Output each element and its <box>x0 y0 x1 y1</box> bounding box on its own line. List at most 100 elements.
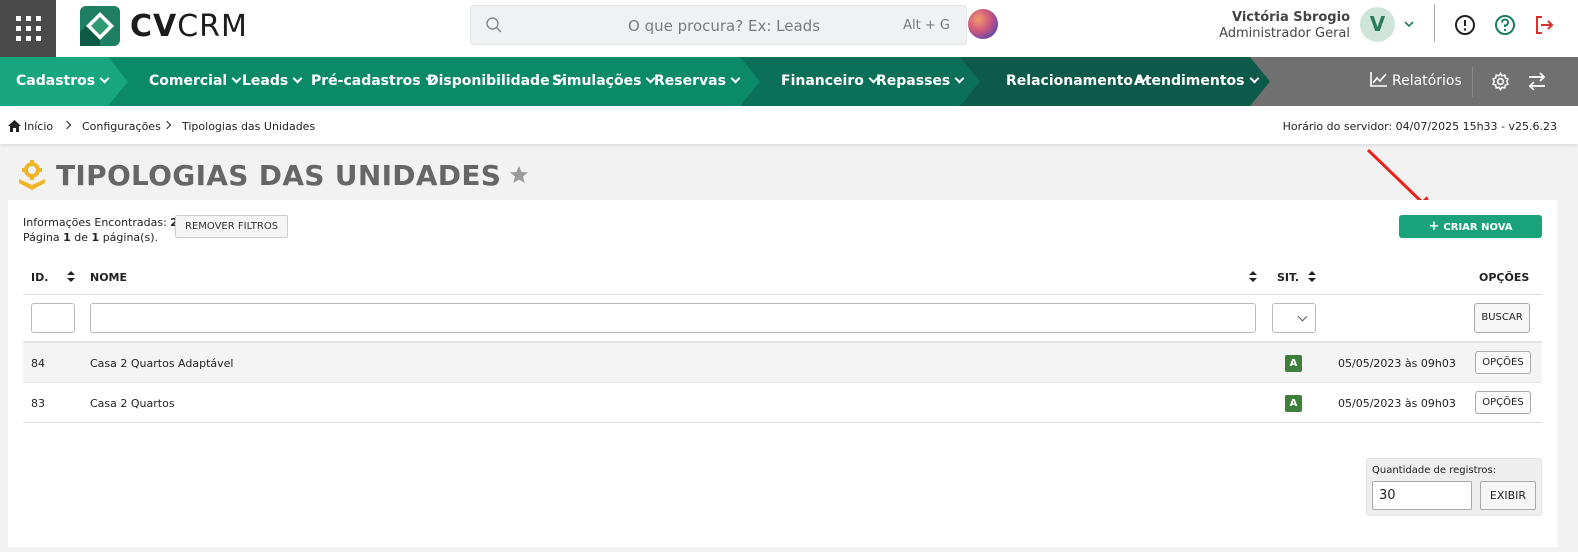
breadcrumb-home[interactable]: Início <box>24 120 53 133</box>
chevron-down-icon <box>954 73 965 84</box>
server-time: Horário do servidor: 04/07/2025 15h33 - … <box>1282 120 1557 133</box>
column-header-sit[interactable]: SIT. <box>1277 271 1299 284</box>
chevron-right-icon <box>162 120 172 130</box>
sort-icon[interactable] <box>67 271 75 282</box>
status-badge: A <box>1285 355 1302 372</box>
avatar[interactable]: V <box>1360 7 1395 42</box>
chevron-down-icon[interactable] <box>1403 18 1415 30</box>
search-bar[interactable]: O que procura? Ex: Leads Alt + G <box>470 5 967 45</box>
main-nav: Cadastros Comercial Leads Pré-cadastros … <box>0 57 1578 106</box>
remove-filters-button[interactable]: REMOVER FILTROS <box>175 215 289 238</box>
nav-item-disponibilidade[interactable]: Disponibilidade <box>427 57 565 106</box>
divider <box>23 294 1542 295</box>
info-icon[interactable] <box>1454 14 1476 36</box>
nav-item-label: Financeiro <box>781 73 864 89</box>
nav-item-label: Reservas <box>654 73 726 89</box>
row-date: 05/05/2023 às 09h03 <box>1338 357 1456 370</box>
nav-item-simulacoes[interactable]: Simulações <box>552 57 656 106</box>
nav-item-label: Simulações <box>552 73 642 89</box>
page-prefix: Página <box>23 231 60 244</box>
nav-item-leads[interactable]: Leads <box>242 57 303 106</box>
breadcrumb-configuracoes[interactable]: Configurações <box>82 120 161 133</box>
records-per-page: Quantidade de registros: 30 EXIBIR <box>1366 458 1542 516</box>
page-of: de <box>74 231 89 244</box>
nav-item-label: Leads <box>242 73 289 89</box>
user-name: Victória Sbrogio <box>1231 10 1350 25</box>
swap-arrows-icon[interactable] <box>1527 72 1547 91</box>
user-info[interactable]: Victória Sbrogio Administrador Geral <box>1200 10 1350 41</box>
column-header-name[interactable]: NOME <box>90 271 127 284</box>
star-icon[interactable] <box>509 165 529 185</box>
breadcrumb-current: Tipologias das Unidades <box>182 120 316 133</box>
help-icon[interactable] <box>1494 14 1516 36</box>
results-info: Informações Encontradas: 2 Página 1 de 1… <box>23 215 178 245</box>
gear-icon[interactable] <box>1491 72 1510 91</box>
chevron-down-icon <box>1297 311 1308 322</box>
chevron-down-icon <box>292 73 303 84</box>
table-row[interactable]: 83 Casa 2 Quartos A 05/05/2023 às 09h03 … <box>23 383 1542 423</box>
records-per-page-input[interactable]: 30 <box>1372 481 1472 510</box>
chevron-right-icon <box>62 120 72 130</box>
main-panel: Informações Encontradas: 2 Página 1 de 1… <box>8 200 1557 547</box>
table-row[interactable]: 84 Casa 2 Quartos Adaptável A 05/05/2023… <box>23 343 1542 383</box>
nav-item-repasses[interactable]: Repasses <box>876 57 965 106</box>
nav-item-label: Repasses <box>876 73 951 89</box>
search-icon <box>486 17 502 33</box>
row-name: Casa 2 Quartos Adaptável <box>90 357 234 370</box>
breadcrumb: Início Configurações Tipologias das Unid… <box>0 106 1578 144</box>
chart-line-icon <box>1370 72 1387 87</box>
logo-text-bold: CV <box>130 8 178 44</box>
nav-item-relatorios[interactable]: Relatórios <box>1370 57 1462 106</box>
nav-item-financeiro[interactable]: Financeiro <box>781 57 879 106</box>
nav-item-comercial[interactable]: Comercial <box>149 57 242 106</box>
filter-name-input[interactable] <box>90 303 1256 333</box>
row-options-button[interactable]: OPÇÕES <box>1475 391 1531 414</box>
create-typology-button[interactable]: + CRIAR NOVA TIPOLOGIA <box>1399 215 1542 256</box>
home-icon[interactable] <box>8 120 21 132</box>
logout-icon[interactable] <box>1533 14 1555 36</box>
show-button[interactable]: EXIBIR <box>1480 481 1536 510</box>
row-date: 05/05/2023 às 09h03 <box>1338 397 1456 410</box>
column-header-options: OPÇÕES <box>1479 271 1530 284</box>
nav-item-atendimentos[interactable]: Atendimentos <box>1134 57 1259 106</box>
apps-menu-button[interactable] <box>0 0 56 57</box>
row-id: 84 <box>31 357 45 370</box>
nav-item-label: Comercial <box>149 73 228 89</box>
divider <box>1434 4 1435 42</box>
search-placeholder: O que procura? Ex: Leads <box>628 17 821 35</box>
status-badge: A <box>1285 395 1302 412</box>
divider <box>23 422 1542 423</box>
page-suffix: página(s). <box>102 231 158 244</box>
filter-id-input[interactable] <box>31 303 75 333</box>
search-button[interactable]: BUSCAR <box>1474 303 1530 333</box>
nav-item-label: Disponibilidade <box>427 73 550 89</box>
filter-status-select[interactable] <box>1272 303 1316 333</box>
search-shortcut: Alt + G <box>903 18 950 33</box>
row-name: Casa 2 Quartos <box>90 397 175 410</box>
gear-box-icon <box>19 160 45 190</box>
row-id: 83 <box>31 397 45 410</box>
nav-item-reservas[interactable]: Reservas <box>654 57 741 106</box>
nav-item-label: Atendimentos <box>1134 73 1245 89</box>
page-header: TIPOLOGIAS DAS UNIDADES <box>16 157 529 193</box>
sort-icon[interactable] <box>1249 271 1257 282</box>
sort-icon[interactable] <box>1308 271 1316 282</box>
chevron-down-icon <box>231 73 242 84</box>
column-header-id[interactable]: ID. <box>31 271 48 284</box>
records-per-page-label: Quantidade de registros: <box>1372 465 1497 476</box>
nav-item-cadastros[interactable]: Cadastros <box>16 57 110 106</box>
app-logo[interactable]: CVCRM <box>80 5 248 47</box>
chevron-down-icon <box>99 73 110 84</box>
nav-item-label: Pré-cadastros <box>311 73 421 89</box>
row-options-button[interactable]: OPÇÕES <box>1475 351 1531 374</box>
top-bar: CVCRM O que procura? Ex: Leads Alt + G V… <box>0 0 1578 57</box>
found-label: Informações Encontradas: <box>23 216 167 229</box>
nav-item-pre-cadastros[interactable]: Pré-cadastros <box>311 57 436 106</box>
nav-item-relacionamento[interactable]: Relacionamento <box>1006 57 1148 106</box>
logo-mark-icon <box>80 6 120 46</box>
nav-item-label: Relatórios <box>1392 73 1462 89</box>
page-title: TIPOLOGIAS DAS UNIDADES <box>56 158 502 192</box>
create-typology-label: CRIAR NOVA TIPOLOGIA <box>1440 222 1513 256</box>
assistant-orb-icon[interactable] <box>968 9 998 39</box>
divider <box>1472 67 1473 97</box>
